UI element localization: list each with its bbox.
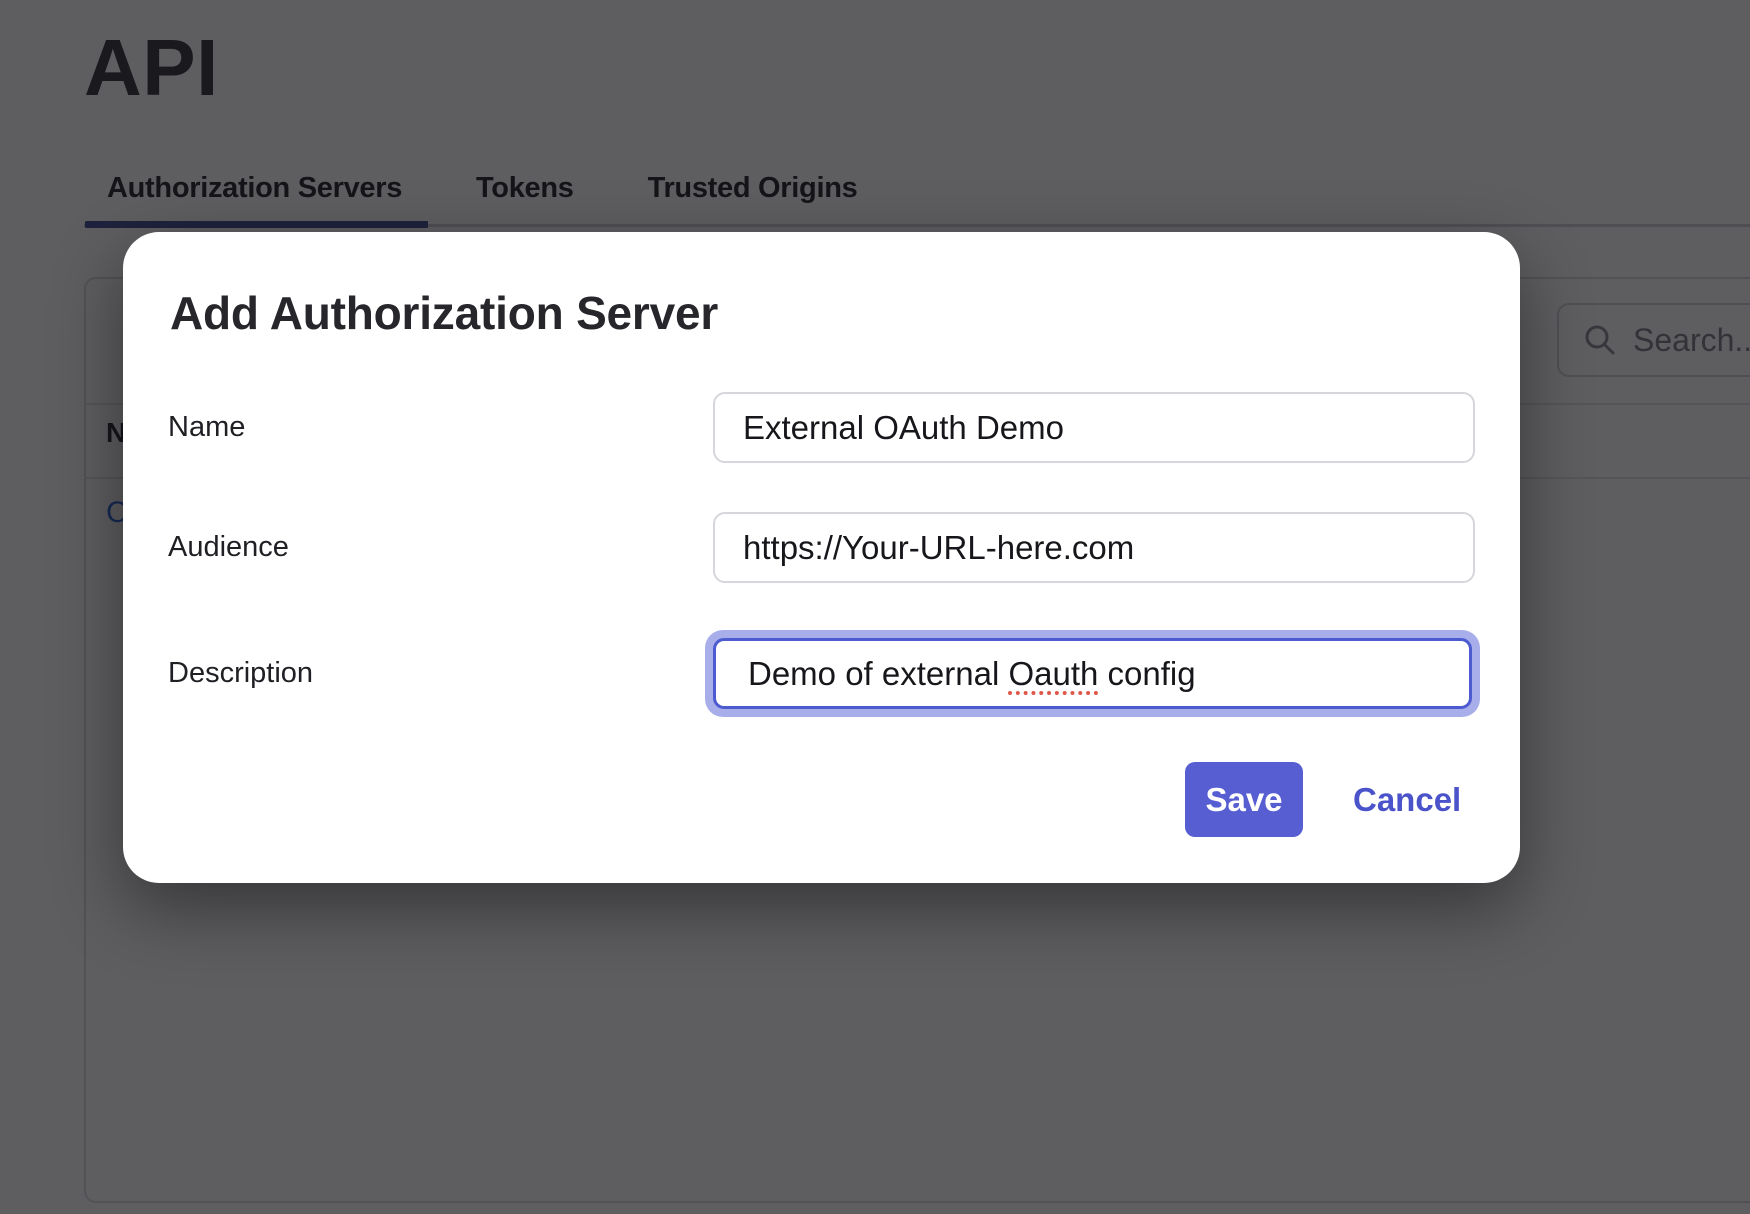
audience-field[interactable] xyxy=(713,512,1475,583)
description-field-focus-ring: Demo of external Oauth config xyxy=(705,630,1480,717)
add-authorization-server-modal: Add Authorization Server Name Audience D… xyxy=(123,232,1520,883)
description-text: Demo of external xyxy=(748,655,1008,693)
description-misspelled-word: Oauth xyxy=(1008,655,1098,693)
name-field[interactable] xyxy=(713,392,1475,463)
modal-title: Add Authorization Server xyxy=(170,286,718,340)
description-field[interactable]: Demo of external Oauth config xyxy=(713,638,1472,709)
name-label: Name xyxy=(168,392,245,463)
cancel-button[interactable]: Cancel xyxy=(1353,762,1461,837)
save-button[interactable]: Save xyxy=(1185,762,1303,837)
description-text-tail: config xyxy=(1098,655,1195,693)
audience-label: Audience xyxy=(168,512,289,583)
description-label: Description xyxy=(168,630,313,717)
